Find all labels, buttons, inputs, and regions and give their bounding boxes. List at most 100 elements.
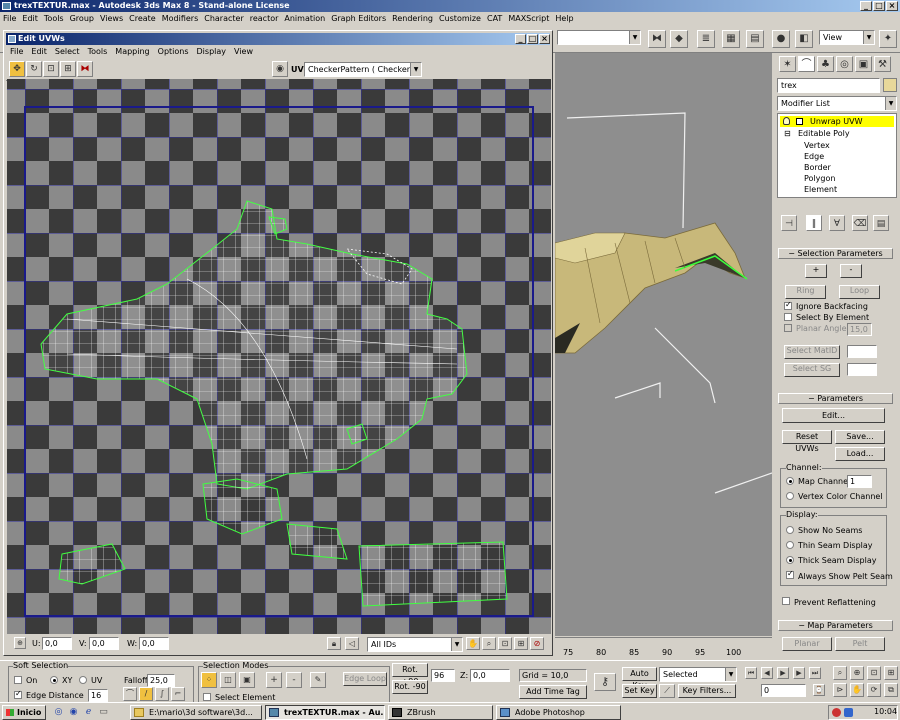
taskbar-item-zbrush[interactable]: ZBrush bbox=[388, 705, 493, 720]
menu-item[interactable]: Views bbox=[97, 14, 126, 23]
edge-mode-icon[interactable]: ◫ bbox=[220, 672, 236, 688]
rotate-plus-90-button[interactable]: Rot. +90 bbox=[392, 663, 428, 686]
move-icon[interactable]: ✥ bbox=[9, 61, 25, 77]
expand-toggle-icon[interactable] bbox=[796, 118, 803, 125]
hide-icon[interactable]: ◁ bbox=[345, 637, 359, 650]
edit-uvws-title-bar[interactable]: Edit UVWs _ □ × bbox=[6, 33, 550, 45]
face-mode-icon[interactable]: ▣ bbox=[239, 672, 255, 688]
modifier-list-dropdown[interactable]: Modifier List ▼ bbox=[777, 96, 897, 111]
rotate-icon[interactable]: ↻ bbox=[26, 61, 42, 77]
pin-stack-icon[interactable]: ⊣ bbox=[781, 215, 797, 231]
falloff-curve-3-icon[interactable]: ∫ bbox=[155, 687, 169, 701]
planar-angle-spinner[interactable]: 15,0 bbox=[847, 323, 872, 336]
menu-item[interactable]: Help bbox=[552, 14, 576, 23]
lock-selection-icon[interactable]: 🔒︎ bbox=[327, 637, 341, 650]
prevent-reflattening-checkbox[interactable] bbox=[782, 597, 790, 605]
planar-angle-checkbox[interactable] bbox=[784, 324, 792, 332]
sg-spinner[interactable] bbox=[847, 363, 877, 376]
zoom-extents-viewport-icon[interactable]: ⊡ bbox=[867, 666, 881, 680]
edge-loop-button[interactable]: Edge Loop bbox=[343, 672, 387, 686]
uv-editor-canvas[interactable] bbox=[7, 79, 551, 634]
play-icon[interactable]: ▶ bbox=[777, 667, 789, 679]
maximize-viewport-icon[interactable]: ⧉ bbox=[884, 683, 898, 697]
ring-button[interactable]: Ring bbox=[785, 285, 826, 299]
uvw-menu-item[interactable]: Display bbox=[193, 47, 231, 56]
minimize-button[interactable]: _ bbox=[860, 1, 872, 11]
modify-tab-icon[interactable]: ⌒ bbox=[798, 56, 815, 72]
display-tab-icon[interactable]: ▣ bbox=[855, 56, 872, 72]
taskbar-item-photoshop[interactable]: Adobe Photoshop bbox=[496, 705, 621, 720]
vertex-color-channel-radio[interactable] bbox=[786, 492, 794, 500]
modifier-stack[interactable]: Unwrap UVW Editable Poly ⊟ Vertex Edge B… bbox=[777, 113, 897, 198]
key-mode-icon[interactable]: ⟋ bbox=[659, 684, 675, 698]
falloff-curve-1-icon[interactable]: ⌒ bbox=[123, 687, 137, 701]
zoom-extents-all-icon[interactable]: ⊞ bbox=[884, 666, 898, 680]
xy-radio[interactable] bbox=[50, 676, 58, 684]
tray-network-icon[interactable] bbox=[844, 708, 853, 717]
time-ruler[interactable]: 75 80 85 90 95 100 bbox=[555, 637, 772, 659]
select-matid-button[interactable]: Select MatID bbox=[784, 345, 840, 359]
freeform-icon[interactable]: ⊞ bbox=[60, 61, 76, 77]
w-spinner[interactable]: 0,0 bbox=[139, 637, 169, 650]
show-end-result-icon[interactable]: ‖ bbox=[806, 215, 822, 231]
falloff-spinner[interactable]: 25,0 bbox=[147, 674, 175, 687]
edge-distance-checkbox[interactable] bbox=[14, 689, 22, 699]
make-unique-icon[interactable]: ∀ bbox=[829, 215, 845, 231]
zoom-region-icon[interactable]: ⊡ bbox=[498, 637, 512, 650]
thick-seam-display-radio[interactable] bbox=[786, 556, 794, 564]
create-tab-icon[interactable]: ✶ bbox=[779, 56, 796, 72]
show-no-seams-radio[interactable] bbox=[786, 526, 794, 534]
set-key-button[interactable]: Set Key bbox=[622, 684, 657, 698]
map-parameters-header[interactable]: − Map Parameters bbox=[778, 620, 893, 631]
view-dropdown[interactable]: View ▼ bbox=[819, 30, 875, 45]
zoom-extents-icon[interactable]: ⊞ bbox=[514, 637, 528, 650]
align-icon[interactable]: ◆ bbox=[670, 30, 688, 48]
zoom-icon[interactable]: ⌕ bbox=[482, 637, 496, 650]
loop-button[interactable]: Loop bbox=[839, 285, 880, 299]
menu-item[interactable]: Character bbox=[201, 14, 247, 23]
menu-item[interactable]: Modifiers bbox=[159, 14, 202, 23]
utilities-tab-icon[interactable]: ⚒ bbox=[874, 56, 891, 72]
rotate-minus-90-button[interactable]: Rot. -90 bbox=[392, 680, 428, 694]
ignore-backfacing-checkbox[interactable] bbox=[784, 300, 792, 310]
light-bulb-icon[interactable] bbox=[783, 117, 790, 125]
menu-item[interactable]: Tools bbox=[41, 14, 67, 23]
remove-modifier-icon[interactable]: ⌫ bbox=[852, 215, 868, 231]
scale-icon[interactable]: ⊡ bbox=[43, 61, 59, 77]
pan-icon[interactable]: ✋ bbox=[466, 637, 480, 650]
time-config-icon[interactable]: ⌚ bbox=[813, 684, 825, 696]
load-button[interactable]: Load... bbox=[835, 447, 885, 461]
schematic-view-icon[interactable]: ▤ bbox=[746, 30, 764, 48]
menu-item[interactable]: Edit bbox=[19, 14, 41, 23]
add-time-tag-button[interactable]: Add Time Tag bbox=[519, 685, 587, 699]
menu-item[interactable]: Graph Editors bbox=[328, 14, 389, 23]
map-channel-radio[interactable] bbox=[786, 477, 794, 485]
mirror-icon[interactable]: ⧓ bbox=[648, 30, 666, 48]
motion-tab-icon[interactable]: ◎ bbox=[836, 56, 853, 72]
uvw-menu-item[interactable]: Select bbox=[51, 47, 84, 56]
ids-dropdown[interactable]: All IDs ▼ bbox=[367, 637, 463, 652]
uvw-menu-item[interactable]: Edit bbox=[27, 47, 51, 56]
key-set-dropdown[interactable]: Selected ▼ bbox=[659, 667, 737, 682]
quicklaunch-media-icon[interactable]: ◉ bbox=[67, 706, 80, 719]
uvw-menu-item[interactable]: View bbox=[230, 47, 257, 56]
field-of-view-icon[interactable]: ⊳ bbox=[833, 683, 847, 697]
key-icon[interactable]: ⚷ bbox=[594, 673, 616, 691]
parameters-header[interactable]: − Parameters bbox=[778, 393, 893, 404]
filter-icon[interactable]: ⊘ bbox=[530, 637, 544, 650]
uvw-maximize-button[interactable]: □ bbox=[527, 34, 538, 44]
previous-frame-icon[interactable]: ◀ bbox=[761, 667, 773, 679]
select-by-element-checkbox[interactable] bbox=[784, 313, 792, 321]
menu-item[interactable]: CAT bbox=[484, 14, 505, 23]
tray-app-icon[interactable] bbox=[832, 708, 841, 717]
go-to-start-icon[interactable]: ⏮ bbox=[745, 667, 757, 679]
stack-item-polygon[interactable]: Polygon bbox=[804, 174, 835, 183]
zoom-viewport-icon[interactable]: ⌕ bbox=[833, 666, 847, 680]
stack-item-vertex[interactable]: Vertex bbox=[804, 141, 830, 150]
pelt-button[interactable]: Pelt bbox=[835, 637, 885, 651]
pan-view-icon[interactable]: ✋ bbox=[850, 683, 864, 697]
menu-item[interactable]: Rendering bbox=[389, 14, 436, 23]
close-button[interactable]: × bbox=[886, 1, 898, 11]
soft-selection-on-checkbox[interactable] bbox=[14, 676, 22, 684]
select-sg-button[interactable]: Select SG bbox=[784, 363, 840, 377]
